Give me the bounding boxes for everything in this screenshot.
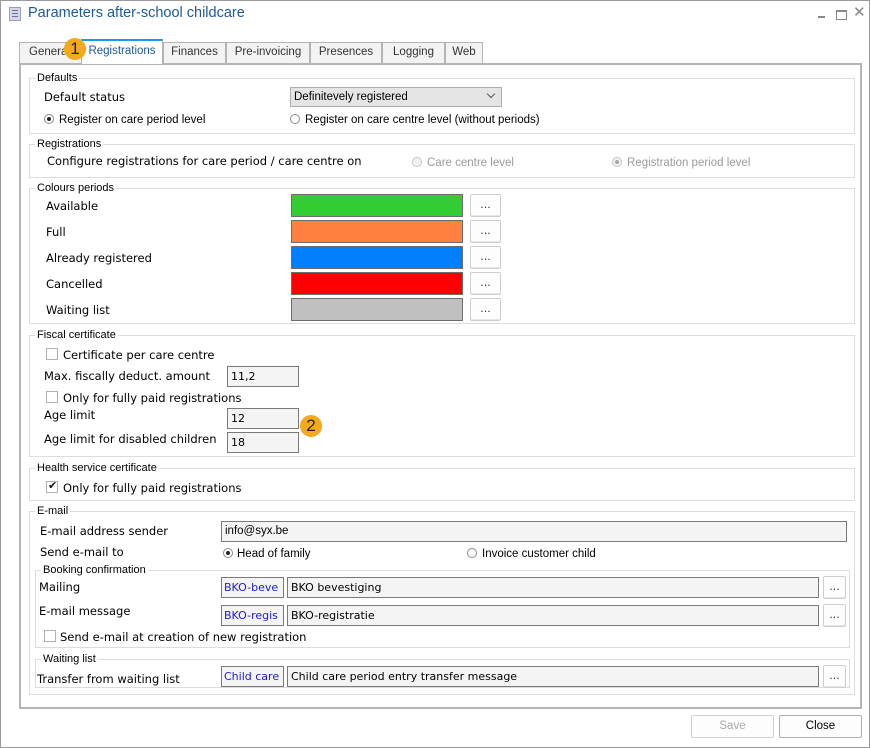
colour-swatch-cancelled[interactable]	[291, 272, 463, 295]
chevron-down-icon	[486, 89, 496, 99]
fiscal-fully-paid-label: Only for fully paid registrations	[63, 391, 242, 405]
pick-colour-waiting-list-button[interactable]: ...	[470, 298, 501, 321]
sender-input[interactable]: info@syx.be	[221, 521, 847, 542]
health-fully-paid-label: Only for fully paid registrations	[63, 481, 242, 495]
defaults-group: Defaults Default status Definitevely reg…	[29, 72, 855, 134]
parameters-icon	[9, 7, 21, 21]
send-to-label: Send e-mail to	[40, 545, 124, 559]
maximize-icon[interactable]	[835, 7, 849, 21]
registrations-panel: Defaults Default status Definitevely reg…	[19, 63, 862, 709]
fiscal-fully-paid-checkbox[interactable]	[46, 391, 58, 403]
email-group: E-mail E-mail address sender info@syx.be…	[29, 505, 855, 695]
certificate-per-centre-label: Certificate per care centre	[63, 348, 215, 362]
health-certificate-group: Health service certificate Only for full…	[29, 462, 855, 501]
register-period-label: Register on care period level	[59, 114, 206, 126]
certificate-per-centre-checkbox[interactable]	[46, 348, 58, 360]
mailing-label: Mailing	[39, 580, 81, 594]
mailing-browse-button[interactable]: ...	[823, 576, 846, 599]
tab-pre-invoicing[interactable]: Pre-invoicing	[226, 42, 310, 63]
register-centre-label: Register on care centre level (without p…	[305, 114, 540, 126]
email-message-browse-button[interactable]: ...	[823, 604, 846, 627]
callout-badge-2: 2	[300, 415, 322, 437]
close-icon[interactable]: ✕	[853, 3, 867, 21]
max-amount-input[interactable]: 11,2	[227, 366, 299, 387]
pick-colour-cancelled-button[interactable]: ...	[470, 272, 501, 295]
age-limit-disabled-label: Age limit for disabled children	[44, 432, 217, 446]
dialog-window: Parameters after-school childcare ✕ Gene…	[0, 0, 870, 748]
register-centre-radio[interactable]	[290, 114, 300, 124]
registration-period-level-radio[interactable]	[612, 157, 622, 167]
pick-colour-full-button[interactable]: ...	[470, 220, 501, 243]
transfer-browse-button[interactable]: ...	[823, 665, 846, 688]
care-centre-level-radio[interactable]	[412, 157, 422, 167]
care-centre-level-label: Care centre level	[427, 157, 514, 169]
age-limit-disabled-input[interactable]: 18	[227, 432, 299, 453]
age-limit-input[interactable]: 12	[227, 408, 299, 429]
registration-period-level-label: Registration period level	[627, 157, 751, 169]
register-period-radio[interactable]	[44, 114, 54, 124]
default-status-value: Definitevely registered	[294, 91, 408, 103]
colour-label-available: Available	[46, 199, 99, 213]
window-title: Parameters after-school childcare	[28, 5, 245, 21]
fiscal-certificate-title: Fiscal certificate	[35, 329, 118, 341]
colour-swatch-already-registered[interactable]	[291, 246, 463, 269]
head-of-family-label: Head of family	[237, 548, 311, 560]
booking-confirmation-title: Booking confirmation	[41, 564, 148, 576]
pick-colour-already-registered-button[interactable]: ...	[470, 246, 501, 269]
booking-confirmation-group: Booking confirmation Mailing BKO-beve BK…	[35, 564, 850, 648]
send-new-registration-label: Send e-mail at creation of new registrat…	[60, 630, 307, 644]
waiting-list-title: Waiting list	[41, 653, 98, 665]
health-fully-paid-checkbox[interactable]	[46, 479, 58, 493]
colour-label-waiting-list: Waiting list	[46, 303, 110, 317]
sender-label: E-mail address sender	[40, 524, 169, 538]
pick-colour-available-button[interactable]: ...	[470, 194, 501, 217]
max-amount-label: Max. fiscally deduct. amount	[44, 369, 211, 383]
colour-label-cancelled: Cancelled	[46, 277, 103, 291]
close-button[interactable]: Close	[779, 715, 862, 738]
colour-label-full: Full	[46, 225, 66, 239]
transfer-code-input[interactable]: Child care	[221, 666, 284, 687]
mailing-code-input[interactable]: BKO-beve	[221, 577, 284, 598]
health-certificate-title: Health service certificate	[35, 462, 159, 474]
minimize-icon[interactable]	[816, 7, 830, 21]
colour-swatch-full[interactable]	[291, 220, 463, 243]
configure-label: Configure registrations for care period …	[47, 154, 362, 168]
tab-logging[interactable]: Logging	[382, 42, 445, 63]
tab-web[interactable]: Web	[445, 42, 483, 63]
send-new-registration-checkbox[interactable]	[44, 630, 56, 642]
colours-periods-group: Colours periods Available ... Full ... A…	[29, 182, 855, 324]
transfer-description-input[interactable]: Child care period entry transfer message	[287, 666, 819, 687]
invoice-customer-label: Invoice customer child	[482, 548, 596, 560]
fiscal-certificate-group: Fiscal certificate Certificate per care …	[29, 329, 855, 457]
defaults-title: Defaults	[35, 72, 80, 84]
colour-label-already-registered: Already registered	[46, 251, 152, 265]
age-limit-label: Age limit	[44, 408, 96, 422]
default-status-label: Default status	[44, 90, 126, 104]
head-of-family-radio[interactable]	[223, 548, 233, 558]
invoice-customer-radio[interactable]	[467, 548, 477, 558]
colours-periods-title: Colours periods	[35, 182, 117, 194]
registrations-title: Registrations	[35, 138, 104, 150]
email-message-label: E-mail message	[39, 604, 131, 618]
mailing-description-input[interactable]: BKO bevestiging	[287, 577, 819, 598]
callout-badge-1: 1	[64, 38, 86, 60]
tab-presences[interactable]: Presences	[310, 42, 382, 63]
email-message-code-input[interactable]: BKO-regis	[221, 605, 284, 626]
registrations-group: Registrations Configure registrations fo…	[29, 138, 855, 178]
tab-finances[interactable]: Finances	[163, 42, 226, 63]
tab-registrations[interactable]: Registrations	[81, 39, 163, 64]
colour-swatch-waiting-list[interactable]	[291, 298, 463, 321]
save-button[interactable]: Save	[691, 715, 774, 738]
waiting-list-group: Waiting list Transfer from waiting list …	[35, 653, 850, 688]
email-title: E-mail	[35, 505, 71, 517]
transfer-label: Transfer from waiting list	[37, 672, 180, 686]
email-message-description-input[interactable]: BKO-registratie	[287, 605, 819, 626]
default-status-select[interactable]: Definitevely registered	[290, 87, 502, 107]
colour-swatch-available[interactable]	[291, 194, 463, 217]
